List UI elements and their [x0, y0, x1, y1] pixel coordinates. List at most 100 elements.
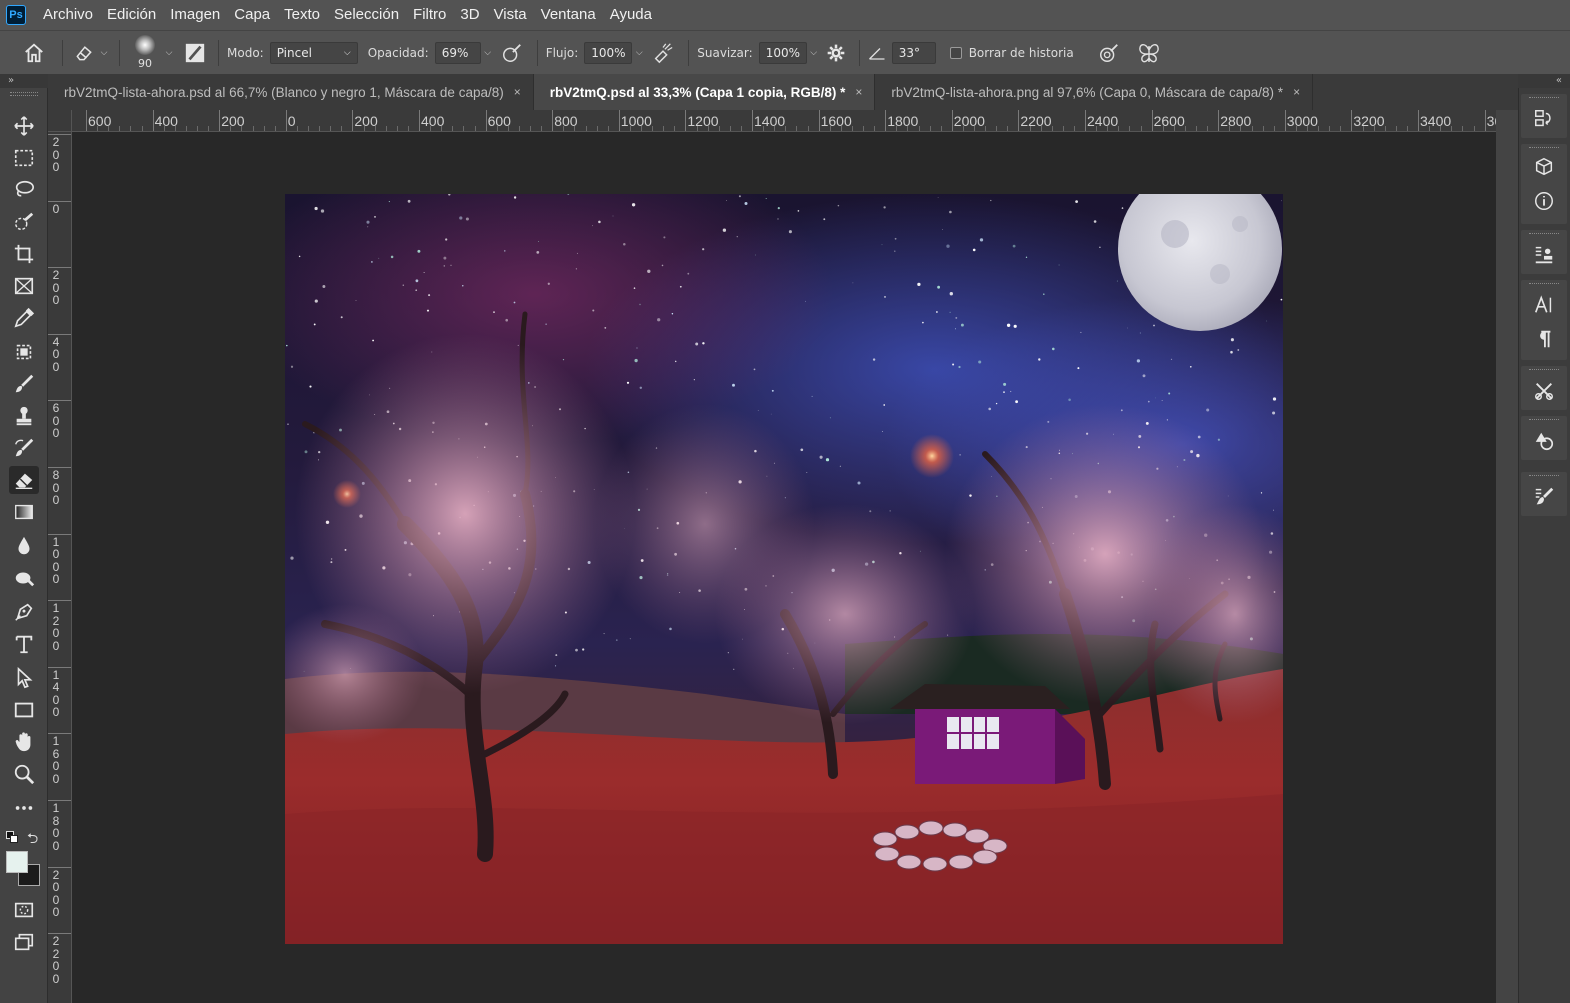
stamp-tool[interactable] [9, 402, 39, 430]
symmetry-button[interactable] [1132, 42, 1166, 64]
panel-grip[interactable] [1529, 283, 1559, 286]
foreground-color-swatch[interactable] [6, 851, 28, 873]
vertical-ruler[interactable]: 2000200400600800100012001400160018002000… [48, 132, 72, 1003]
panel-grip[interactable] [10, 92, 38, 96]
ruler-origin[interactable] [48, 110, 72, 132]
erase-history-checkbox[interactable] [949, 46, 962, 59]
star [582, 648, 585, 651]
pressure-size-button[interactable] [1092, 42, 1126, 64]
panel-grip[interactable] [1529, 233, 1559, 236]
pressure-opacity-button[interactable] [495, 42, 529, 64]
3d-panel-button[interactable] [1531, 154, 1557, 180]
quick-mask-button[interactable] [9, 896, 39, 924]
panel-grip[interactable] [1529, 475, 1559, 478]
tab-document-1[interactable]: rbV2tmQ-lista-ahora.psd al 66,7% (Blanco… [48, 74, 534, 110]
pen-tool[interactable] [9, 598, 39, 626]
dodge-tool[interactable] [9, 564, 39, 592]
menu-vista[interactable]: Vista [487, 0, 534, 30]
menu-3d[interactable]: 3D [453, 0, 486, 30]
menu-imagen[interactable]: Imagen [163, 0, 227, 30]
tool-presets-panel-button[interactable] [1531, 378, 1557, 404]
shapes-panel-button[interactable] [1531, 428, 1557, 454]
close-icon[interactable]: × [514, 85, 521, 99]
chevron-down-icon[interactable]: ⌵ [632, 42, 646, 64]
document-canvas[interactable] [285, 194, 1283, 944]
opacity-input[interactable]: 69% [434, 41, 481, 64]
move-tool[interactable] [9, 112, 39, 140]
menu-bar: Ps Archivo Edición Imagen Capa Texto Sel… [0, 0, 1570, 30]
chevron-down-icon[interactable]: ⌵ [97, 42, 111, 64]
ruler-minor-tick [296, 126, 298, 131]
history-panel-button[interactable] [1531, 106, 1557, 132]
chevron-down-icon[interactable]: ⌵ [807, 42, 821, 64]
clone-source-panel-button[interactable] [1531, 242, 1557, 268]
hand-tool[interactable] [9, 728, 39, 756]
menu-ayuda[interactable]: Ayuda [603, 0, 659, 30]
history-brush-tool[interactable] [9, 434, 39, 462]
menu-seleccion[interactable]: Selección [327, 0, 406, 30]
brushes-panel-button[interactable] [1531, 484, 1557, 510]
close-icon[interactable]: × [855, 85, 862, 99]
airbrush-button[interactable] [646, 42, 680, 64]
crop-tool[interactable] [9, 240, 39, 268]
frame-tool[interactable] [9, 272, 39, 300]
tab-document-2[interactable]: rbV2tmQ.psd al 33,3% (Capa 1 copia, RGB/… [533, 74, 876, 110]
eyedropper-tool[interactable] [9, 304, 39, 332]
menu-capa[interactable]: Capa [227, 0, 277, 30]
more-tools[interactable] [9, 794, 39, 822]
healing-tool[interactable] [9, 338, 39, 366]
vertical-scrollbar[interactable] [1496, 110, 1518, 1003]
brush-tool[interactable] [9, 370, 39, 398]
close-icon[interactable]: × [1293, 85, 1300, 99]
eraser-tool[interactable] [9, 466, 39, 494]
smoothing-input[interactable]: 100% [758, 41, 807, 64]
screen-mode-button[interactable] [9, 928, 39, 956]
chevron-down-icon[interactable]: ⌵ [162, 42, 176, 64]
menu-edicion[interactable]: Edición [100, 0, 163, 30]
flow-input[interactable]: 100% [584, 41, 633, 64]
ruler-minor-tick [341, 126, 343, 131]
brush-preset-picker[interactable]: 90 [128, 33, 162, 73]
type-tool[interactable] [9, 630, 39, 658]
tool-preset-picker[interactable] [71, 43, 97, 63]
star [797, 210, 800, 212]
panel-grip[interactable] [1529, 97, 1559, 100]
brush-settings-button[interactable] [180, 42, 210, 64]
panel-grip[interactable] [1529, 419, 1559, 422]
marquee-tool[interactable] [9, 144, 39, 172]
photoshop-logo[interactable]: Ps [6, 5, 26, 25]
shape-tool[interactable] [9, 696, 39, 724]
mode-select[interactable]: Pincel ⌵ [269, 41, 358, 64]
quick-selection-tool[interactable] [9, 208, 39, 236]
swap-colors-icon[interactable]: ⮌ [27, 828, 38, 852]
character-panel-button[interactable] [1531, 292, 1557, 318]
ruler-minor-tick [1451, 126, 1453, 131]
menu-texto[interactable]: Texto [277, 0, 327, 30]
menu-archivo[interactable]: Archivo [36, 0, 100, 30]
home-button[interactable] [14, 42, 54, 64]
info-panel-button[interactable] [1531, 188, 1557, 214]
panel-grip[interactable] [1529, 147, 1559, 150]
tab-document-3[interactable]: rbV2tmQ-lista-ahora.png al 97,6% (Capa 0… [875, 74, 1314, 110]
collapse-panels-button[interactable]: « [1518, 74, 1570, 88]
panel-grip[interactable] [1529, 369, 1559, 372]
lasso-tool[interactable] [9, 176, 39, 204]
paragraph-panel-button[interactable] [1531, 326, 1557, 352]
angle-input[interactable]: 33° [891, 41, 936, 64]
ruler-tick [951, 110, 953, 131]
zoom-tool[interactable] [9, 760, 39, 788]
blur-tool[interactable] [9, 532, 39, 560]
menu-ventana[interactable]: Ventana [534, 0, 603, 30]
star [615, 639, 618, 641]
canvas-area[interactable] [72, 132, 1496, 1003]
default-colors-icon[interactable] [6, 831, 18, 843]
horizontal-ruler[interactable]: 600 400 200 0 200 400 600 800 1000 1200 1400 1600 18… [72, 110, 1496, 132]
gradient-tool[interactable] [9, 498, 39, 526]
star [777, 207, 780, 210]
path-selection-tool[interactable] [9, 664, 39, 692]
ruler-tick [1418, 110, 1419, 131]
collapse-toolbar-button[interactable]: » [0, 74, 48, 88]
smoothing-options-button[interactable] [821, 43, 851, 63]
menu-filtro[interactable]: Filtro [406, 0, 453, 30]
chevron-down-icon[interactable]: ⌵ [481, 42, 495, 64]
